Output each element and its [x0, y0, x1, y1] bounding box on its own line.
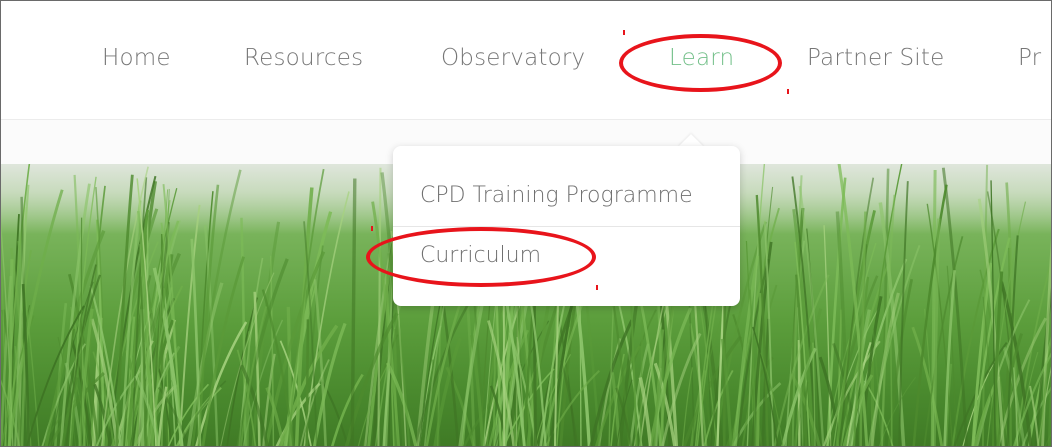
nav-item-learn[interactable]: Learn — [669, 45, 734, 71]
browser-viewport: Home Resources Observatory Learn Partner… — [0, 0, 1052, 447]
nav-item-partner-site[interactable]: Partner Site — [807, 45, 944, 71]
learn-dropdown-menu: CPD Training Programme Curriculum — [393, 146, 740, 306]
grass-blade — [350, 178, 357, 446]
annotation-mark — [596, 285, 598, 290]
nav-item-truncated[interactable]: Pr — [1018, 45, 1041, 71]
annotation-mark — [787, 89, 789, 94]
main-navigation: Home Resources Observatory Learn Partner… — [1, 1, 1051, 120]
menu-divider — [393, 226, 740, 227]
nav-item-home[interactable]: Home — [102, 45, 171, 71]
grass-blade — [823, 225, 832, 446]
annotation-mark — [371, 226, 373, 231]
grass-blade — [1014, 258, 1051, 446]
nav-item-observatory[interactable]: Observatory — [441, 45, 585, 71]
menu-item-curriculum[interactable]: Curriculum — [420, 243, 541, 268]
grass-blade — [377, 167, 382, 446]
menu-item-cpd-training-programme[interactable]: CPD Training Programme — [420, 183, 693, 208]
annotation-mark — [623, 30, 625, 35]
nav-item-resources[interactable]: Resources — [244, 45, 363, 71]
grass-blade — [305, 319, 310, 446]
